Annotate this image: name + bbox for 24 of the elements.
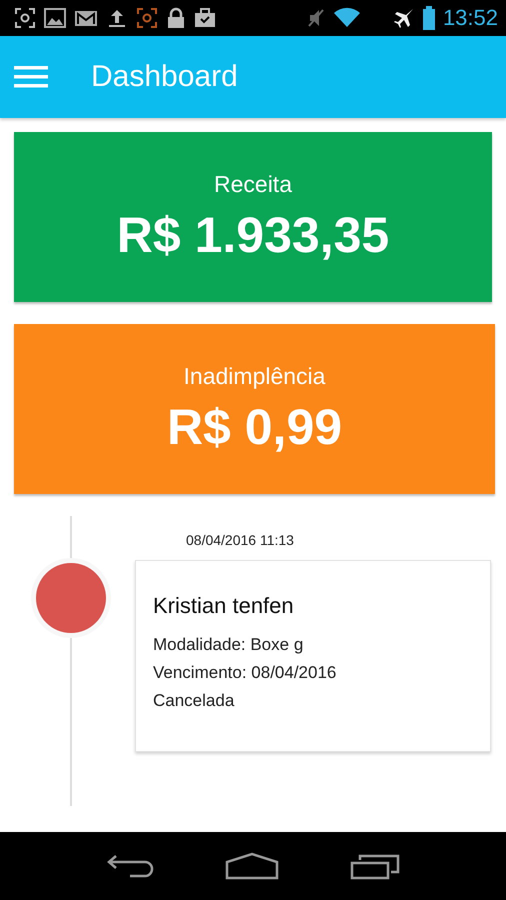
card-amount: R$ 0,99 — [166, 398, 342, 456]
clock-time: 13:52 — [442, 5, 498, 31]
battery-icon — [422, 6, 435, 30]
airplane-icon — [392, 7, 415, 29]
screenshot-icon — [14, 7, 36, 29]
entry-date: 08/04/2016 11:13 — [186, 532, 295, 548]
card-label: Inadimplência — [184, 362, 326, 390]
entry-detail: Vencimento: 08/04/2016 — [153, 662, 338, 684]
entry-detail: Modalidade: Boxe g — [153, 634, 304, 656]
lock-icon — [166, 7, 186, 29]
muted-speaker-icon — [306, 7, 325, 29]
entry-detail: Cancelada — [153, 690, 236, 712]
entry-name: Kristian tenfen — [153, 593, 295, 619]
card-label: Receita — [214, 170, 292, 198]
camera-focus-icon — [136, 7, 158, 29]
screen-title: Dashboard — [91, 60, 238, 94]
wifi-icon — [332, 7, 361, 29]
recent-apps-icon[interactable] — [350, 852, 400, 880]
card-amount: R$ 1.933,35 — [116, 206, 390, 264]
image-icon — [44, 7, 66, 29]
home-icon[interactable] — [224, 852, 279, 880]
briefcase-check-icon — [194, 7, 216, 29]
back-icon[interactable] — [106, 852, 154, 880]
upload-icon — [106, 7, 128, 29]
